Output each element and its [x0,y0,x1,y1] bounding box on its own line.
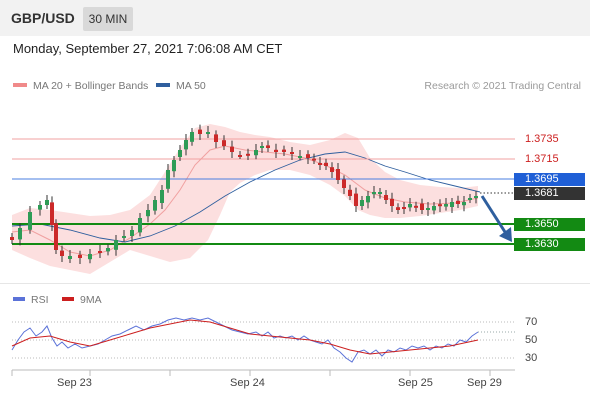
support-1-tag: 1.3650 [514,218,585,231]
resistance-2-label: 1.3735 [525,133,559,145]
candle-body [384,195,388,200]
candle-body [408,204,412,208]
candle-body [438,204,442,207]
candle-body [146,210,150,217]
candle-body [78,254,82,258]
x-label-sep29: Sep 29 [467,377,502,389]
candle-body [114,240,118,250]
candle-body [153,200,157,211]
candle-body [290,152,294,154]
candle-body [160,190,164,203]
candle-body [178,150,182,157]
candle-body [222,140,226,146]
candle-body [166,170,170,189]
candle-body [45,200,49,205]
rsi-level-70: 70 [525,316,538,328]
candle-body [372,192,376,195]
candle-body [348,189,352,196]
ma9-label: 9MA [80,294,102,306]
rsi-level-50: 50 [525,334,538,346]
legend-9ma: 9MA [62,294,102,306]
candle-body [306,154,310,158]
candle-body [336,169,340,180]
candle-body [18,228,22,240]
candle-body [426,208,430,210]
down-arrow-icon [480,195,512,242]
candle-body [106,248,110,252]
rsi-label: RSI [31,294,49,306]
candle-body [354,193,358,206]
ma9-swatch [62,297,74,302]
candle-body [260,146,264,148]
candle-body [254,150,258,156]
candle-body [366,196,370,203]
candle-body [432,206,436,211]
candle-body [266,145,270,148]
candle-body [312,158,316,161]
x-label-sep23: Sep 23 [57,377,92,389]
candle-body [38,205,42,210]
candle-body [246,153,250,156]
candle-body [238,155,242,157]
candle-body [456,200,460,204]
candle-body [130,230,134,236]
candle-body [342,179,346,188]
candle-body [54,223,58,250]
pivot-tag: 1.3695 [514,173,585,186]
candle-body [138,218,142,233]
candle-body [282,149,286,152]
candle-body [468,198,472,200]
price-chart [10,124,515,376]
candle-body [10,237,14,240]
candle-body [402,207,406,209]
candle-body [450,202,454,207]
candle-body [172,160,176,172]
resistance-1-label: 1.3715 [525,153,559,165]
candle-body [230,146,234,152]
candle-body [184,140,188,150]
candle-body [88,254,92,260]
candle-body [360,200,364,206]
candle-body [318,163,322,165]
candle-body [298,156,302,158]
panel-divider [0,283,590,284]
rsi-level-30: 30 [525,352,538,364]
candle-body [98,251,102,253]
candle-body [396,207,400,210]
support-2-tag: 1.3630 [514,238,585,251]
candle-body [390,198,394,206]
candle-body [462,202,466,206]
legend-rsi: RSI [13,294,49,306]
candle-body [206,132,210,134]
candle-body [414,205,418,208]
candle-body [214,134,218,142]
candle-body [474,196,478,198]
candle-body [444,204,448,207]
x-label-sep24: Sep 24 [230,377,265,389]
bollinger-band [12,124,478,274]
candle-body [50,202,54,225]
candle-body [198,129,202,134]
candle-body [420,203,424,210]
candle-body [68,256,72,259]
candle-body [274,149,278,152]
candle-body [190,132,194,142]
last-price-tag: 1.3681 [514,187,585,200]
candle-body [122,236,126,238]
candle-body [330,167,334,172]
rsi-swatch [13,297,25,302]
candle-body [28,212,32,230]
candle-body [324,162,328,166]
candle-body [60,250,64,256]
x-label-sep25: Sep 25 [398,377,433,389]
candle-body [378,192,382,194]
